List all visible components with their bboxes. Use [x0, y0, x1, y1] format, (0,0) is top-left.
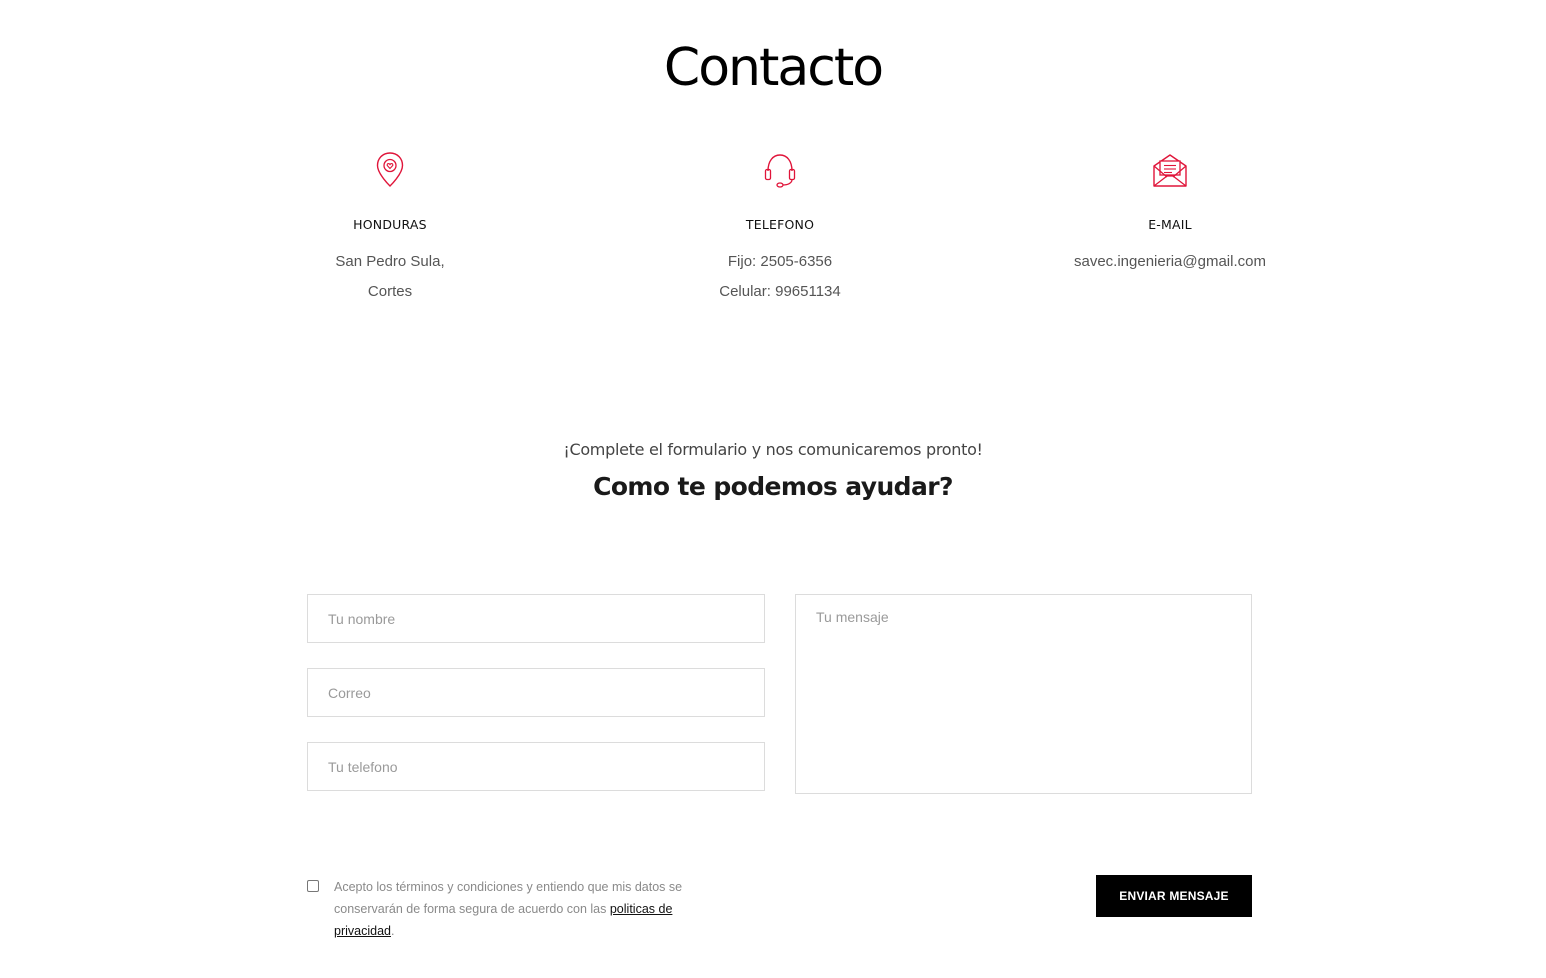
message-field[interactable] — [795, 594, 1252, 794]
form-intro-text: ¡Complete el formulario y nos comunicare… — [563, 440, 983, 459]
contact-email-heading: E-MAIL — [1148, 217, 1192, 232]
headset-icon — [764, 154, 796, 188]
phone-field[interactable] — [307, 742, 765, 791]
consent-checkbox[interactable] — [307, 880, 319, 892]
contact-phone-heading: TELEFONO — [745, 217, 815, 232]
page-title: Contacto — [663, 38, 884, 98]
contact-email-address: savec.ingenieria@gmail.com — [1074, 253, 1266, 270]
contact-location-region: Cortes — [367, 283, 413, 300]
contact-location-block: HONDURAS San Pedro Sula, Cortes — [230, 150, 550, 307]
contact-email-block: E-MAIL savec.ingenieria@gmail.com — [1010, 150, 1330, 277]
envelope-open-icon — [1153, 154, 1187, 187]
contact-phone-block: TELEFONO Fijo: 2505-6356 Celular: 996511… — [620, 150, 940, 307]
submit-button[interactable]: ENVIAR MENSAJE — [1096, 875, 1252, 917]
consent-label: Acepto los términos y condiciones y enti… — [334, 876, 724, 942]
email-field[interactable] — [307, 668, 765, 717]
contact-phone-mobile: Celular: 99651134 — [719, 283, 841, 300]
location-pin-icon — [376, 152, 404, 187]
contact-location-heading: HONDURAS — [353, 217, 427, 232]
contact-location-city: San Pedro Sula, — [335, 253, 445, 270]
name-field[interactable] — [307, 594, 765, 643]
consent-suffix: . — [390, 924, 395, 938]
form-heading: Como te podemos ayudar? — [593, 472, 953, 501]
contact-phone-landline: Fijo: 2505-6356 — [727, 253, 833, 270]
